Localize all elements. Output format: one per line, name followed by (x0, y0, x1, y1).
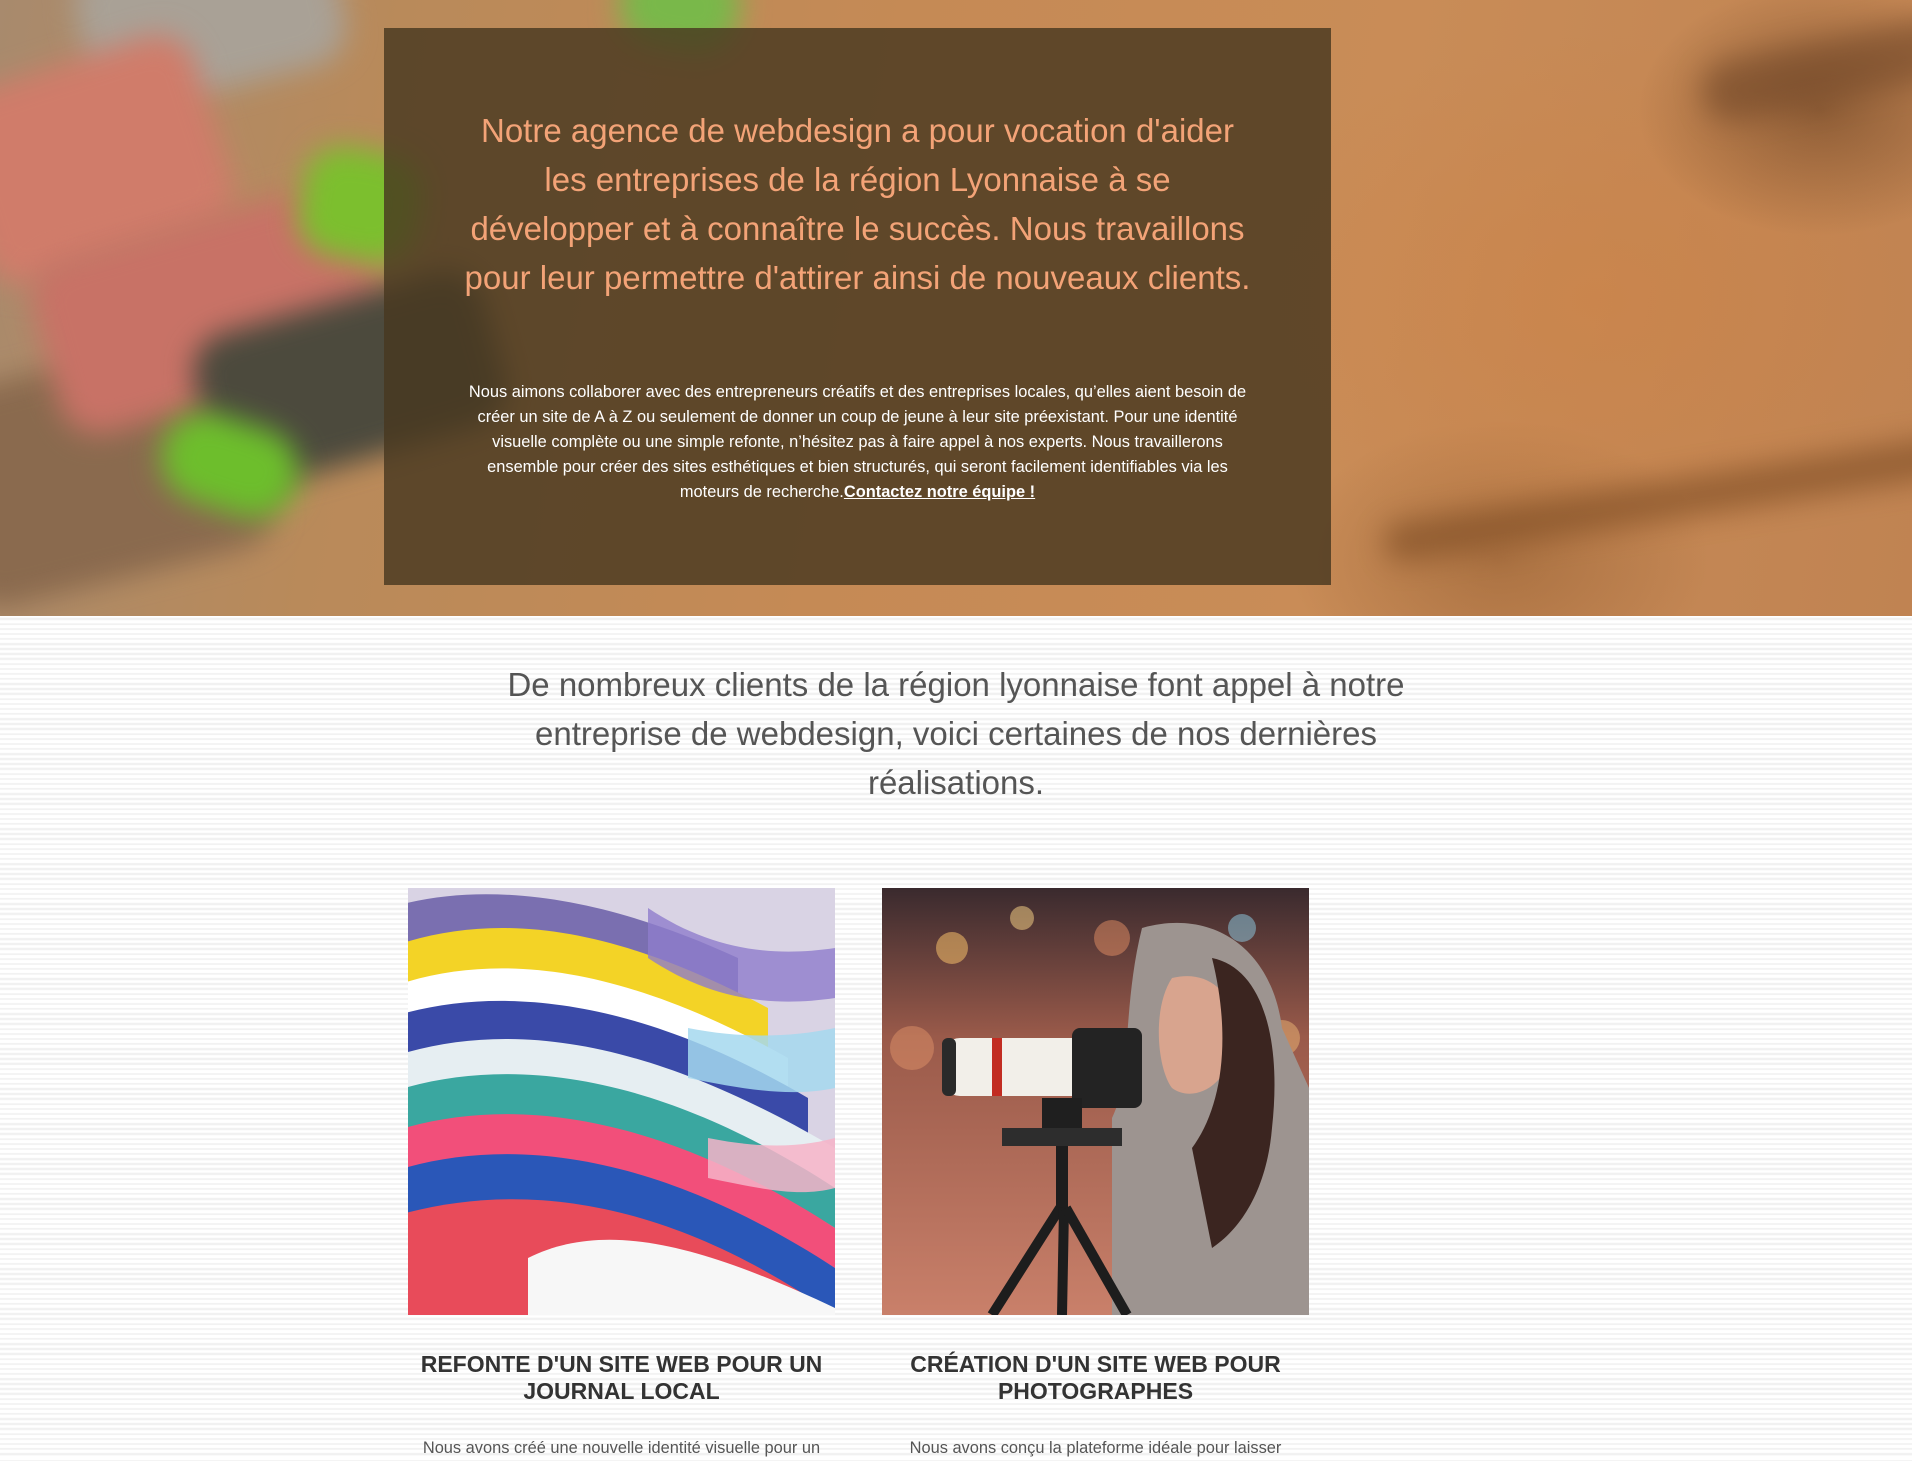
hero-section: Notre agence de webdesign a pour vocatio… (0, 0, 1912, 616)
photographer-with-camera-illustration (882, 888, 1309, 1315)
project-image-magazines[interactable] (408, 888, 835, 1315)
project-image-photographer[interactable] (882, 888, 1309, 1315)
hero-background-shape (1696, 13, 1912, 127)
project-description: Nous avons créé une nouvelle identité vi… (422, 1439, 821, 1457)
hero-paragraph: Nous aimons collaborer avec des entrepre… (464, 380, 1251, 505)
projects-intro: De nombreux clients de la région lyonnai… (507, 666, 1405, 801)
project-card: Refonte d'un site web pour un journal lo… (408, 888, 835, 1457)
project-card: Création d'un site web pour photographes… (882, 888, 1309, 1457)
hero-panel: Notre agence de webdesign a pour vocatio… (384, 28, 1331, 585)
colorful-magazines-stack-illustration (408, 888, 835, 1315)
project-description: Nous avons conçu la plateforme idéale po… (909, 1439, 1282, 1457)
project-title[interactable]: Création d'un site web pour photographes (882, 1351, 1309, 1405)
project-title[interactable]: Refonte d'un site web pour un journal lo… (408, 1351, 835, 1405)
hero-heading: Notre agence de webdesign a pour vocatio… (464, 112, 1251, 296)
contact-team-link[interactable]: Contactez notre équipe ! (844, 483, 1035, 501)
hero-background-shape (1381, 415, 1912, 565)
